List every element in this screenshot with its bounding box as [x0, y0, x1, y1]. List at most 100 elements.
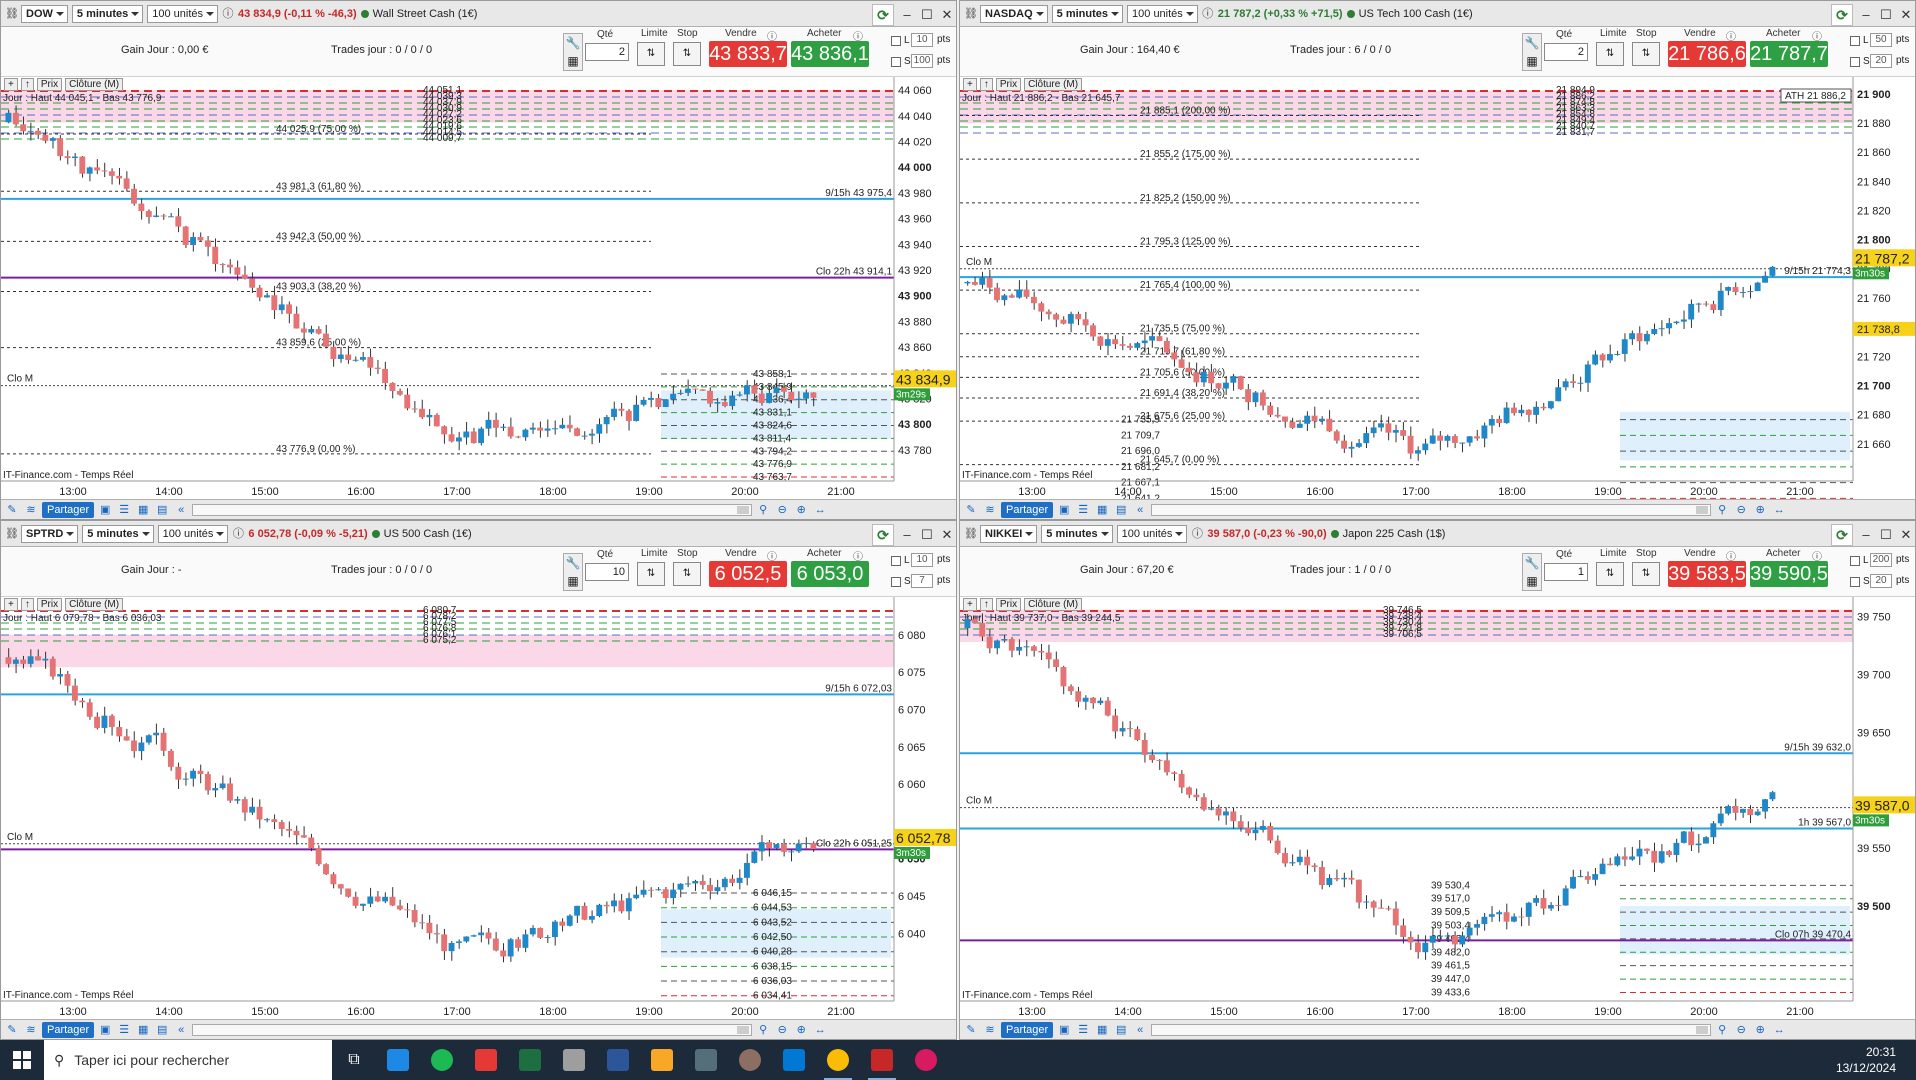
chart-scrollbar[interactable] [1151, 1023, 1712, 1036]
settings-icon[interactable]: ▣ [1056, 503, 1072, 517]
prorealtime-icon[interactable] [860, 1040, 904, 1080]
limit-pts-input[interactable]: 10 [911, 553, 933, 567]
link-icon[interactable]: ⛓ [5, 8, 19, 20]
price-toggle[interactable]: Prix [995, 77, 1022, 91]
app-icon-pink[interactable] [904, 1040, 948, 1080]
limit-order-button[interactable]: ⇅ [1596, 42, 1624, 66]
symbol-select[interactable]: NIKKEI [980, 524, 1038, 543]
task-view-icon[interactable]: ⧉ [332, 1040, 376, 1080]
up-icon[interactable]: ↑ [20, 597, 34, 611]
sell-button[interactable]: 6 052,5 [709, 561, 787, 587]
rewind-icon[interactable]: « [1132, 1023, 1148, 1037]
units-select[interactable]: 100 unités [1127, 4, 1198, 23]
files-icon[interactable] [552, 1040, 596, 1080]
price-toggle[interactable]: Prix [995, 597, 1022, 611]
chart-scrollbar[interactable] [192, 503, 753, 516]
settings-icon[interactable]: ▣ [97, 503, 113, 517]
maximize-button[interactable]: ☐ [1879, 526, 1893, 544]
info-icon[interactable]: ⓘ [232, 528, 244, 540]
layout-icon[interactable]: ▤ [1113, 1023, 1129, 1037]
wrench-icon[interactable]: 🔧 ▦ [1522, 33, 1542, 71]
rewind-icon[interactable]: « [1132, 503, 1148, 517]
layout-icon[interactable]: ▤ [154, 1023, 170, 1037]
folder-icon[interactable] [640, 1040, 684, 1080]
buy-button[interactable]: 6 053,0 [791, 561, 869, 587]
link-icon[interactable]: ⛓ [5, 528, 19, 540]
share-button[interactable]: Partager [1001, 1021, 1054, 1038]
quantity-input[interactable]: 1 [1544, 563, 1588, 581]
symbol-select[interactable]: SPTRD [21, 524, 79, 543]
grid-icon[interactable]: ▦ [1094, 1023, 1110, 1037]
zoom-out-icon[interactable]: ⊖ [1733, 503, 1749, 517]
close-button[interactable]: ✕ [940, 6, 954, 24]
limit-order-button[interactable]: ⇅ [637, 562, 665, 586]
timeframe-select[interactable]: 5 minutes [1051, 4, 1124, 23]
wrench-icon[interactable]: 🔧 ▦ [1522, 553, 1542, 591]
info-icon[interactable]: ⓘ [1202, 8, 1214, 20]
sell-button[interactable]: 43 833,7 [709, 41, 787, 67]
quantity-input[interactable]: 10 [585, 563, 629, 581]
vscode-icon[interactable] [772, 1040, 816, 1080]
close-toggle[interactable]: Clôture (M) [65, 597, 124, 611]
layout-icon[interactable]: ▤ [154, 503, 170, 517]
timeframe-select[interactable]: 5 minutes [71, 4, 144, 23]
wrench-icon[interactable]: 🔧 ▦ [563, 33, 583, 71]
expand-icon[interactable]: ↔ [812, 1023, 828, 1037]
add-icon[interactable]: + [4, 77, 18, 91]
units-select[interactable]: 100 unités [157, 524, 229, 543]
minimize-button[interactable]: – [1859, 526, 1873, 544]
list-icon[interactable]: ☰ [116, 503, 132, 517]
minimize-button[interactable]: – [900, 526, 914, 544]
expand-icon[interactable]: ↔ [812, 503, 828, 517]
draw-icon[interactable]: ✎ [4, 503, 20, 517]
limit-checkbox[interactable]: L [891, 35, 910, 46]
chrome-icon[interactable] [816, 1040, 860, 1080]
layout-icon[interactable]: ▤ [1113, 503, 1129, 517]
zoom-in-icon[interactable]: ⊕ [1752, 503, 1768, 517]
draw-icon[interactable]: ✎ [963, 1023, 979, 1037]
stop-order-button[interactable]: ⇅ [1632, 562, 1660, 586]
zoom-icon[interactable]: ⚲ [755, 1023, 771, 1037]
indicator-icon[interactable]: ≋ [982, 1023, 998, 1037]
link-icon[interactable]: ⛓ [964, 528, 978, 540]
limit-checkbox[interactable]: L [1850, 555, 1869, 566]
close-toggle[interactable]: Clôture (M) [65, 77, 124, 91]
timeframe-select[interactable]: 5 minutes [82, 524, 154, 543]
stop-order-button[interactable]: ⇅ [673, 42, 701, 66]
stop-order-button[interactable]: ⇅ [1632, 42, 1660, 66]
limit-pts-input[interactable]: 50 [1870, 33, 1892, 47]
limit-pts-input[interactable]: 10 [911, 33, 933, 47]
chart-scrollbar[interactable] [192, 1023, 753, 1036]
price-chart[interactable]: 21 894,921 886,221 874,821 863,321 854,8… [960, 77, 1916, 501]
word-icon[interactable] [596, 1040, 640, 1080]
add-icon[interactable]: + [4, 597, 18, 611]
wrench-icon[interactable]: 🔧 ▦ [563, 553, 583, 591]
indicator-icon[interactable]: ≋ [23, 1023, 39, 1037]
units-select[interactable]: 100 unités [147, 4, 219, 23]
limit-pts-input[interactable]: 200 [1870, 553, 1892, 567]
paint-icon[interactable] [728, 1040, 772, 1080]
expand-icon[interactable]: ↔ [1771, 503, 1787, 517]
grid-icon[interactable]: ▦ [1094, 503, 1110, 517]
buy-button[interactable]: 43 836,1 [791, 41, 869, 67]
add-icon[interactable]: + [963, 597, 977, 611]
info-icon[interactable]: ⓘ [1191, 528, 1203, 540]
minimize-button[interactable]: – [1859, 6, 1873, 24]
close-button[interactable]: ✕ [1899, 526, 1913, 544]
buy-button[interactable]: 21 787,7 [1750, 41, 1828, 67]
settings-icon[interactable]: ▣ [1056, 1023, 1072, 1037]
system-clock[interactable]: 20:31 13/12/2024 [1836, 1044, 1896, 1076]
list-icon[interactable]: ☰ [1075, 1023, 1091, 1037]
draw-icon[interactable]: ✎ [963, 503, 979, 517]
app-icon-blue[interactable] [376, 1040, 420, 1080]
zoom-out-icon[interactable]: ⊖ [774, 1023, 790, 1037]
maximize-button[interactable]: ☐ [1879, 6, 1893, 24]
list-icon[interactable]: ☰ [116, 1023, 132, 1037]
up-icon[interactable]: ↑ [20, 77, 34, 91]
close-toggle[interactable]: Clôture (M) [1024, 597, 1083, 611]
price-toggle[interactable]: Prix [36, 77, 63, 91]
buy-button[interactable]: 39 590,5 [1750, 561, 1828, 587]
stop-checkbox[interactable]: S [891, 576, 911, 587]
ig-icon[interactable] [464, 1040, 508, 1080]
start-button[interactable] [0, 1040, 44, 1080]
